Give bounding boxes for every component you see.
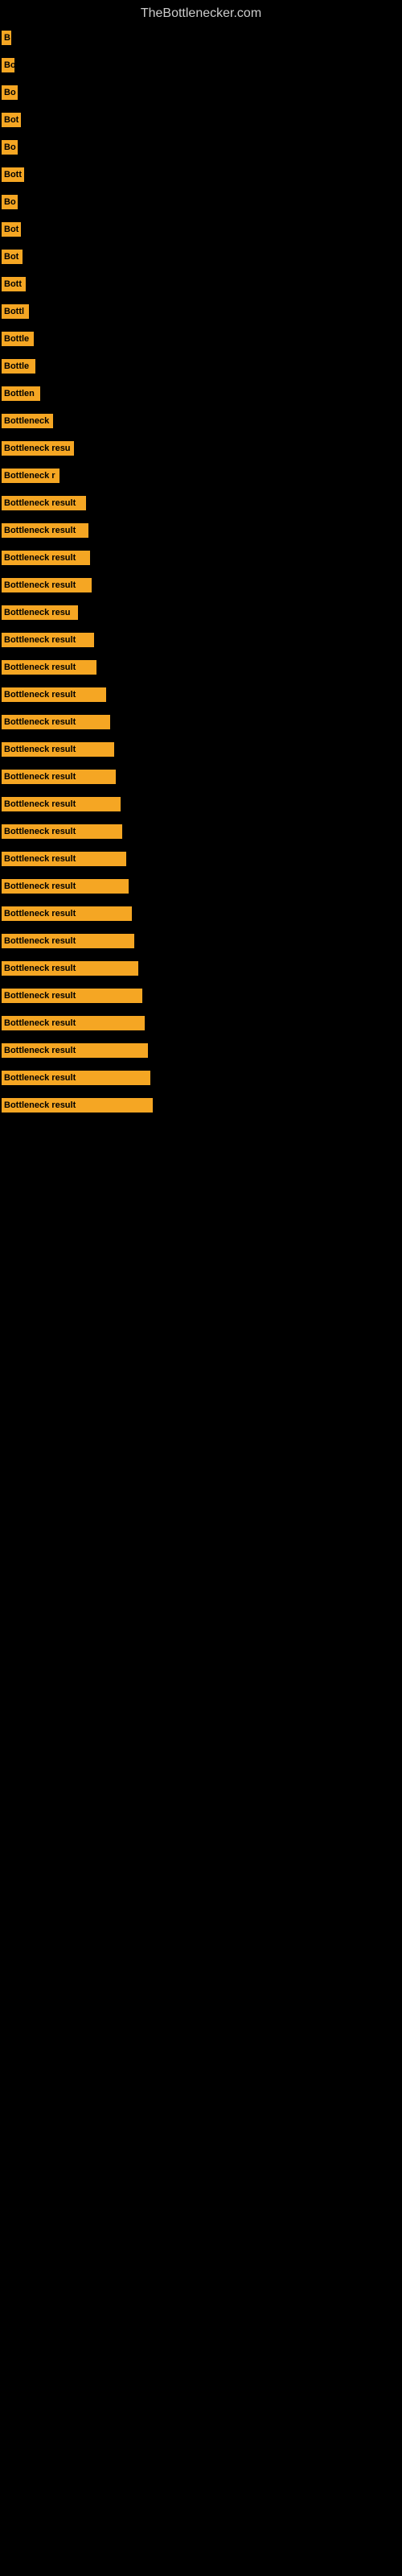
bar-row: Bottleneck result <box>0 489 402 517</box>
bar-label: B <box>2 31 11 45</box>
bar-label: Bottleneck result <box>2 879 129 894</box>
bar-row: Bo <box>0 134 402 161</box>
bar-row: Bottleneck result <box>0 572 402 599</box>
bar-label: Bottleneck result <box>2 687 106 702</box>
bar-row: Bottleneck result <box>0 873 402 900</box>
bar-label: Bottleneck result <box>2 633 94 647</box>
bar-row: Bottleneck result <box>0 681 402 708</box>
bar-row: Bottl <box>0 298 402 325</box>
bar-label: Bottleneck result <box>2 770 116 784</box>
bar-row: Bottleneck result <box>0 1092 402 1119</box>
bar-row: Bottleneck result <box>0 763 402 791</box>
bar-row: Bottlen <box>0 380 402 407</box>
bar-row: Bot <box>0 216 402 243</box>
bar-label: Bottleneck result <box>2 1043 148 1058</box>
bar-label: Bottleneck result <box>2 660 96 675</box>
bar-row: Bottleneck result <box>0 1037 402 1064</box>
bar-row: Bottleneck r <box>0 462 402 489</box>
bar-label: Bottlen <box>2 386 40 401</box>
bar-label: Bottleneck result <box>2 1071 150 1085</box>
bar-label: Bottle <box>2 332 34 346</box>
bar-label: Bottleneck result <box>2 961 138 976</box>
bar-label: Bottleneck result <box>2 715 110 729</box>
bar-label: Bott <box>2 277 26 291</box>
bar-label: Bot <box>2 250 23 264</box>
bar-row: Bottleneck result <box>0 818 402 845</box>
bar-row: Bot <box>0 243 402 270</box>
bar-label: Bottleneck result <box>2 523 88 538</box>
bar-row: Bottleneck result <box>0 736 402 763</box>
bar-label: Bo <box>2 85 18 100</box>
bar-label: Bo <box>2 195 18 209</box>
bar-label: Bottleneck result <box>2 578 92 592</box>
bar-label: Bottleneck result <box>2 1016 145 1030</box>
bars-container: B Bo Bo Bot Bo Bott Bo Bot Bot Bott Bottl Bottle Bot… <box>0 24 402 1119</box>
bar-row: Bottleneck result <box>0 845 402 873</box>
bar-row: Bottleneck result <box>0 517 402 544</box>
bar-row: Bottle <box>0 325 402 353</box>
bar-label: Bottleneck <box>2 414 53 428</box>
bar-row: Bottleneck result <box>0 544 402 572</box>
bar-row: B <box>0 24 402 52</box>
bar-row: Bottleneck result <box>0 1064 402 1092</box>
bar-label: Bottleneck result <box>2 551 90 565</box>
bar-row: Bot <box>0 106 402 134</box>
bar-label: Bottleneck result <box>2 824 122 839</box>
bar-label: Bot <box>2 222 21 237</box>
bar-label: Bo <box>2 58 14 72</box>
bar-row: Bo <box>0 52 402 79</box>
bar-label: Bo <box>2 140 18 155</box>
bar-row: Bottleneck result <box>0 982 402 1009</box>
bar-label: Bottleneck result <box>2 852 126 866</box>
bar-row: Bott <box>0 161 402 188</box>
bar-label: Bottl <box>2 304 29 319</box>
bar-row: Bottleneck <box>0 407 402 435</box>
bar-label: Bottleneck resu <box>2 605 78 620</box>
bar-row: Bottleneck result <box>0 708 402 736</box>
bar-row: Bottleneck result <box>0 1009 402 1037</box>
bar-label: Bottle <box>2 359 35 374</box>
bar-row: Bottleneck result <box>0 927 402 955</box>
bar-row: Bottleneck result <box>0 791 402 818</box>
bar-label: Bottleneck result <box>2 496 86 510</box>
bar-row: Bo <box>0 79 402 106</box>
bar-label: Bottleneck result <box>2 906 132 921</box>
bar-label: Bottleneck result <box>2 989 142 1003</box>
bar-label: Bottleneck r <box>2 469 59 483</box>
site-title: TheBottlenecker.com <box>0 0 402 24</box>
bar-row: Bottleneck result <box>0 955 402 982</box>
bar-row: Bottle <box>0 353 402 380</box>
bar-row: Bottleneck result <box>0 626 402 654</box>
bar-label: Bottleneck result <box>2 934 134 948</box>
bar-label: Bott <box>2 167 24 182</box>
bar-row: Bottleneck result <box>0 900 402 927</box>
bar-label: Bottleneck result <box>2 1098 153 1113</box>
bar-row: Bottleneck resu <box>0 435 402 462</box>
bar-label: Bottleneck result <box>2 742 114 757</box>
bar-row: Bottleneck result <box>0 654 402 681</box>
bar-label: Bot <box>2 113 21 127</box>
bar-row: Bottleneck resu <box>0 599 402 626</box>
bar-label: Bottleneck result <box>2 797 121 811</box>
bar-label: Bottleneck resu <box>2 441 74 456</box>
bar-row: Bo <box>0 188 402 216</box>
bar-row: Bott <box>0 270 402 298</box>
